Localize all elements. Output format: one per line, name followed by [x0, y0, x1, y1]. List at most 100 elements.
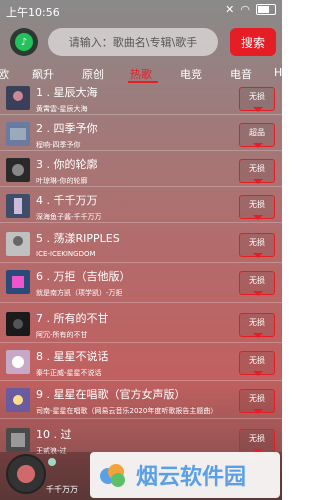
album-art-icon — [6, 388, 30, 412]
album-art-mark — [14, 198, 22, 214]
app-logo-icon[interactable]: ♪ — [10, 28, 38, 56]
quality-badge[interactable]: 无损 — [239, 271, 275, 296]
quality-badge[interactable]: 无损 — [239, 159, 275, 184]
album-art-icon — [6, 194, 30, 218]
album-art-mark — [12, 164, 24, 176]
album-thumb — [6, 350, 30, 374]
quality-badge[interactable]: 无损 — [239, 429, 275, 454]
song-row-8[interactable]: 8 . 星星不说话 秦牛正威-星星不说话 无损 — [0, 348, 282, 384]
album-art-mark — [13, 319, 23, 329]
album-art-mark — [12, 276, 24, 288]
album-art-icon — [6, 270, 30, 294]
quality-badge[interactable]: 无损 — [239, 389, 275, 414]
song-artist: ICE-ICEKINGDOM — [36, 250, 96, 258]
song-title: 7 . 所有的不甘 — [36, 312, 109, 325]
album-art-mark — [13, 236, 23, 246]
status-icons: ✕ ◠ — [225, 3, 276, 16]
song-artist: 深海鱼子酱-千千万万 — [36, 213, 102, 221]
quality-badge[interactable]: 无损 — [239, 351, 275, 376]
watermark: 烟云软件园 — [90, 452, 280, 498]
album-art-mark — [12, 356, 24, 368]
quality-badge[interactable]: 无损 — [239, 87, 275, 112]
song-artist: 程响-四季予你 — [36, 141, 81, 149]
song-row-6[interactable]: 6 . 万拒（吉他版） 就是南方凯（项学凯）-万拒 无损 — [0, 268, 282, 304]
album-art-mark — [11, 433, 25, 447]
tab-4[interactable]: 电竞 — [180, 66, 202, 82]
watermark-logo-icon — [100, 464, 125, 487]
search-row: ♪ 搜索 — [0, 26, 282, 60]
song-title: 8 . 星星不说话 — [36, 350, 109, 363]
quality-badge[interactable]: 超品 — [239, 123, 275, 148]
app-screen: 上午10:56 ✕ ◠ ♪ 搜索 欧 飙升 原创 热歌 电竞 电音 H 1 . … — [0, 0, 282, 500]
player-disc[interactable] — [6, 454, 46, 494]
song-row-5[interactable]: 5 . 荡漾RIPPLES ICE-ICEKINGDOM 无损 — [0, 230, 282, 266]
album-art-icon — [6, 350, 30, 374]
album-art-icon — [6, 232, 30, 256]
album-thumb — [6, 232, 30, 256]
song-artist: 司南-星星在唱歌（网易云音乐2020年度听歌报告主题曲） — [36, 407, 218, 415]
quality-badge[interactable]: 无损 — [239, 233, 275, 258]
album-art-icon — [6, 122, 30, 146]
song-title: 1 . 星辰大海 — [36, 86, 98, 99]
song-title: 9 . 星星在唱歌（官方女声版） — [36, 388, 186, 401]
status-time: 上午10:56 — [6, 6, 60, 19]
row-divider — [0, 418, 282, 419]
row-divider — [0, 302, 282, 303]
battery-icon — [256, 4, 276, 15]
album-art-icon — [6, 312, 30, 336]
album-art-mark — [10, 128, 26, 140]
tab-3[interactable]: 热歌 — [130, 66, 152, 82]
row-divider — [0, 222, 282, 223]
album-thumb — [6, 158, 30, 182]
album-thumb — [6, 86, 30, 110]
album-thumb — [6, 428, 30, 452]
album-art-mark — [13, 395, 23, 405]
album-thumb — [6, 270, 30, 294]
album-art-icon — [6, 428, 30, 452]
song-artist: 就是南方凯（项学凯）-万拒 — [36, 289, 123, 297]
active-tab-indicator — [128, 81, 158, 83]
status-bar: 上午10:56 ✕ ◠ — [0, 0, 282, 20]
logo-circle-green — [111, 473, 125, 487]
category-tabs: 欧 飙升 原创 热歌 电竞 电音 H — [0, 64, 282, 84]
album-thumb — [6, 194, 30, 218]
song-artist: 叶琼琳-你的轮廓 — [36, 177, 88, 185]
song-title: 2 . 四季予你 — [36, 122, 98, 135]
player-song-title: 千千万万 — [46, 485, 78, 494]
row-divider — [0, 262, 282, 263]
album-thumb — [6, 122, 30, 146]
album-art-mark — [13, 91, 23, 101]
song-title: 4 . 千千万万 — [36, 194, 98, 207]
tab-1[interactable]: 飙升 — [32, 66, 54, 82]
wifi-icon: ◠ — [240, 3, 250, 16]
quality-badge[interactable]: 无损 — [239, 195, 275, 220]
watermark-text: 烟云软件园 — [136, 465, 247, 490]
row-divider — [0, 114, 282, 115]
progress-knob[interactable] — [48, 458, 56, 466]
search-input[interactable] — [48, 28, 218, 56]
song-row-7[interactable]: 7 . 所有的不甘 阿冗-所有的不甘 无损 — [0, 310, 282, 346]
album-art-icon — [6, 158, 30, 182]
quality-badge[interactable]: 无损 — [239, 313, 275, 338]
album-art-icon — [6, 86, 30, 110]
album-thumb — [6, 312, 30, 336]
tab-5[interactable]: 电音 — [230, 66, 252, 82]
search-button[interactable]: 搜索 — [230, 28, 276, 56]
tab-6[interactable]: H — [274, 66, 282, 79]
tab-0[interactable]: 欧 — [0, 66, 9, 82]
song-title: 5 . 荡漾RIPPLES — [36, 232, 120, 245]
song-artist: 黄霄雲-星辰大海 — [36, 105, 88, 113]
song-title: 10 . 过 — [36, 428, 72, 441]
mute-icon: ✕ — [225, 3, 235, 16]
song-title: 3 . 你的轮廓 — [36, 158, 98, 171]
song-row-9[interactable]: 9 . 星星在唱歌（官方女声版） 司南-星星在唱歌（网易云音乐2020年度听歌报… — [0, 386, 282, 422]
tab-2[interactable]: 原创 — [82, 66, 104, 82]
row-divider — [0, 150, 282, 151]
row-divider — [0, 342, 282, 343]
row-divider — [0, 380, 282, 381]
row-divider — [0, 186, 282, 187]
song-artist: 阿冗-所有的不甘 — [36, 331, 88, 339]
song-title: 6 . 万拒（吉他版） — [36, 270, 131, 283]
song-artist: 秦牛正威-星星不说话 — [36, 369, 102, 377]
album-thumb — [6, 388, 30, 412]
